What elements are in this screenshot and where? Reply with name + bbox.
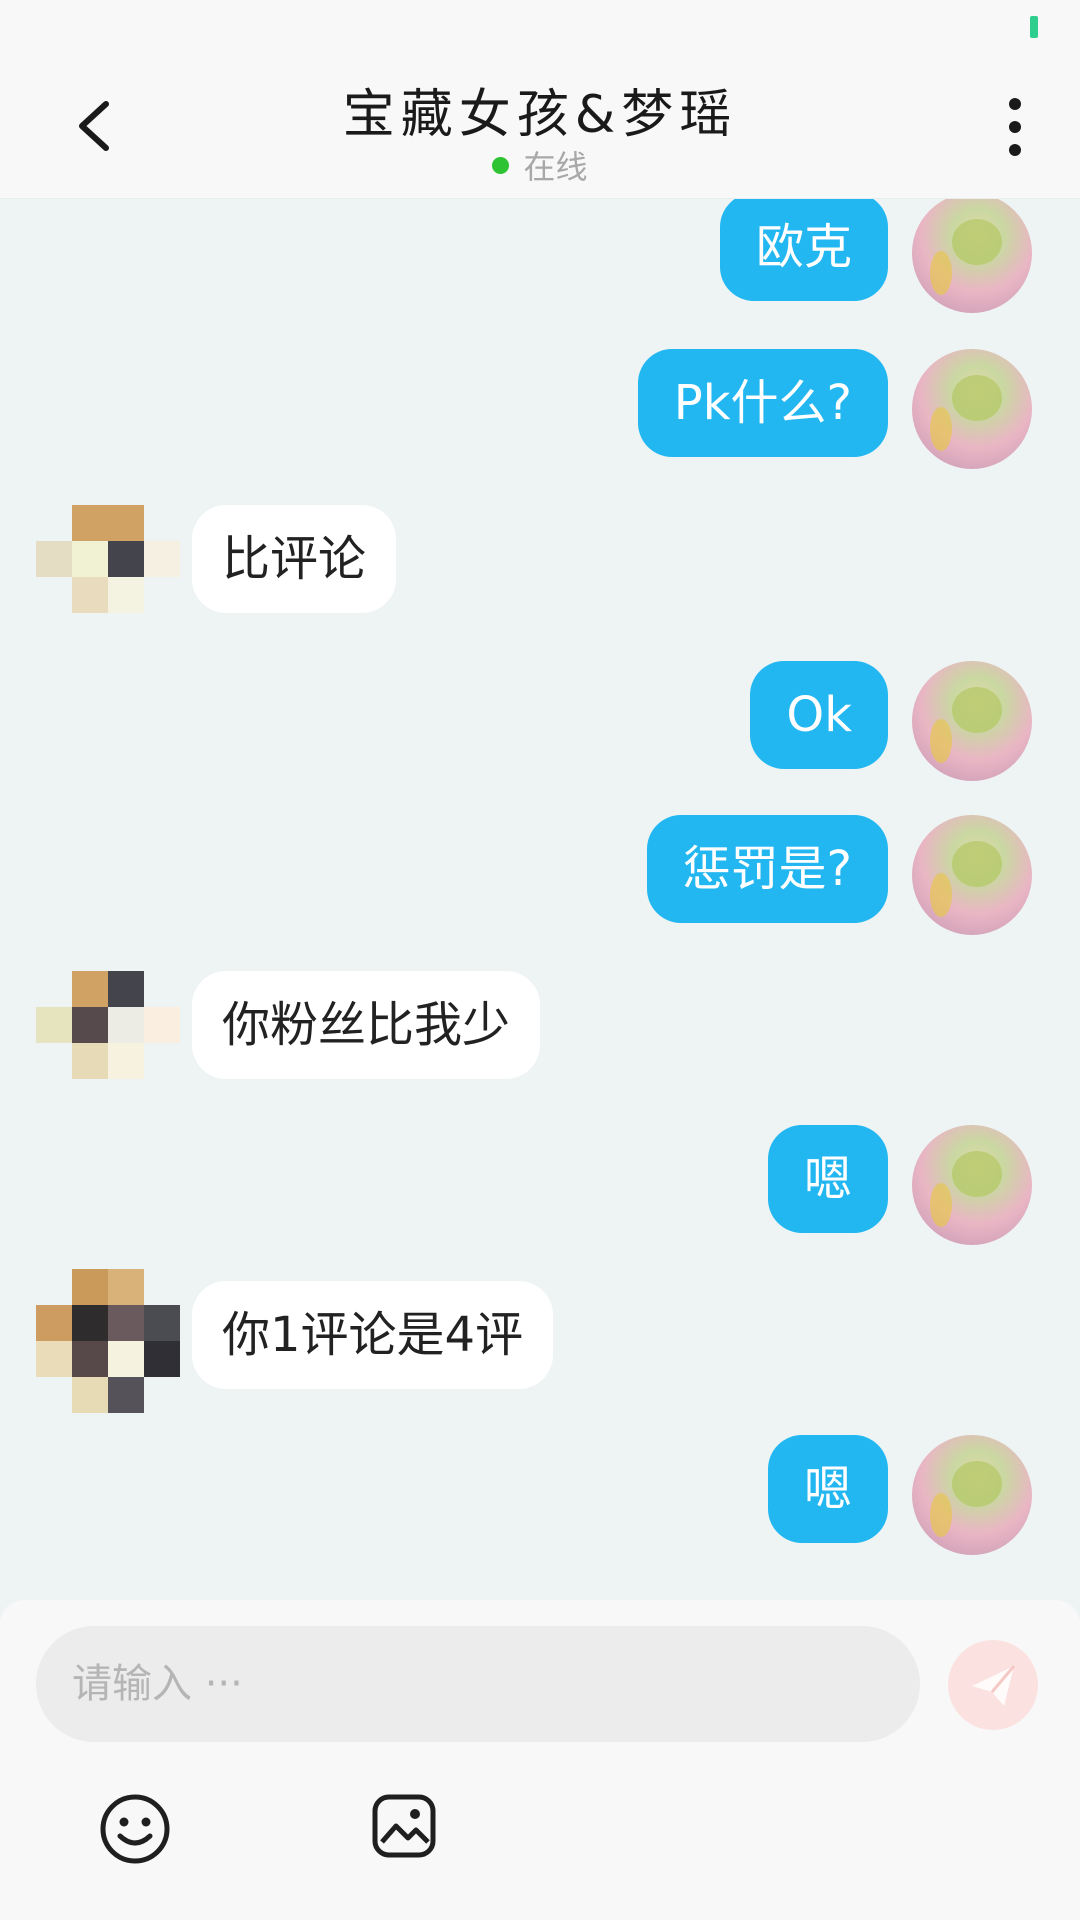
chat-header: 宝藏女孩&梦瑶 在线 bbox=[0, 52, 1080, 199]
my-avatar[interactable] bbox=[912, 815, 1032, 935]
my-avatar[interactable] bbox=[912, 349, 1032, 469]
chat-title: 宝藏女孩&梦瑶 bbox=[342, 85, 738, 145]
my-avatar[interactable] bbox=[912, 1125, 1032, 1245]
message-row: 惩罚是? bbox=[0, 815, 1080, 935]
my-avatar[interactable] bbox=[912, 1435, 1032, 1555]
presence-label: 在线 bbox=[523, 148, 588, 186]
emoji-button[interactable] bbox=[98, 1792, 172, 1866]
message-row: Pk什么? bbox=[0, 349, 1080, 469]
image-button[interactable] bbox=[370, 1792, 438, 1860]
status-bar bbox=[0, 0, 1080, 52]
peer-avatar[interactable] bbox=[36, 505, 180, 613]
image-icon bbox=[372, 1794, 436, 1858]
incoming-bubble[interactable]: 你1评论是4评 bbox=[192, 1281, 554, 1389]
outgoing-bubble[interactable]: Pk什么? bbox=[637, 349, 888, 457]
more-options-button[interactable] bbox=[990, 92, 1040, 162]
outgoing-bubble[interactable]: 惩罚是? bbox=[646, 815, 888, 923]
outgoing-bubble[interactable]: 欧克 bbox=[719, 199, 888, 301]
send-button[interactable] bbox=[948, 1640, 1038, 1730]
paper-plane-icon bbox=[972, 1665, 1016, 1706]
message-row: 你1评论是4评 bbox=[0, 1269, 1080, 1413]
incoming-bubble[interactable]: 你粉丝比我少 bbox=[192, 971, 541, 1079]
outgoing-bubble[interactable]: Ok bbox=[750, 661, 888, 769]
peer-avatar[interactable] bbox=[36, 971, 180, 1079]
message-row: 比评论 bbox=[0, 505, 1080, 625]
outgoing-bubble[interactable]: 嗯 bbox=[767, 1125, 888, 1233]
online-dot-icon bbox=[492, 156, 510, 174]
presence-status: 在线 bbox=[0, 142, 1080, 188]
my-avatar[interactable] bbox=[912, 661, 1032, 781]
incoming-bubble[interactable]: 比评论 bbox=[192, 505, 397, 613]
message-row: 嗯 bbox=[0, 1125, 1080, 1245]
message-row: Ok bbox=[0, 661, 1080, 781]
my-avatar[interactable] bbox=[912, 199, 1032, 313]
smiley-icon bbox=[100, 1794, 170, 1864]
message-row: 嗯 bbox=[0, 1435, 1080, 1555]
message-input[interactable] bbox=[36, 1626, 920, 1742]
outgoing-bubble[interactable]: 嗯 bbox=[767, 1435, 888, 1543]
message-row: 你粉丝比我少 bbox=[0, 971, 1080, 1091]
more-vertical-icon bbox=[1009, 98, 1021, 156]
composer bbox=[0, 1600, 1080, 1920]
chat-screen: 宝藏女孩&梦瑶 在线 欧克 Pk什么? 比评论 Ok 惩罚是? 你粉丝比我少 嗯… bbox=[0, 0, 1080, 1920]
battery-icon bbox=[1030, 16, 1038, 38]
message-list[interactable]: 欧克 Pk什么? 比评论 Ok 惩罚是? 你粉丝比我少 嗯 你1评论是4评 嗯 bbox=[0, 199, 1080, 1599]
message-row: 欧克 bbox=[0, 199, 1080, 319]
peer-avatar[interactable] bbox=[36, 1269, 180, 1413]
